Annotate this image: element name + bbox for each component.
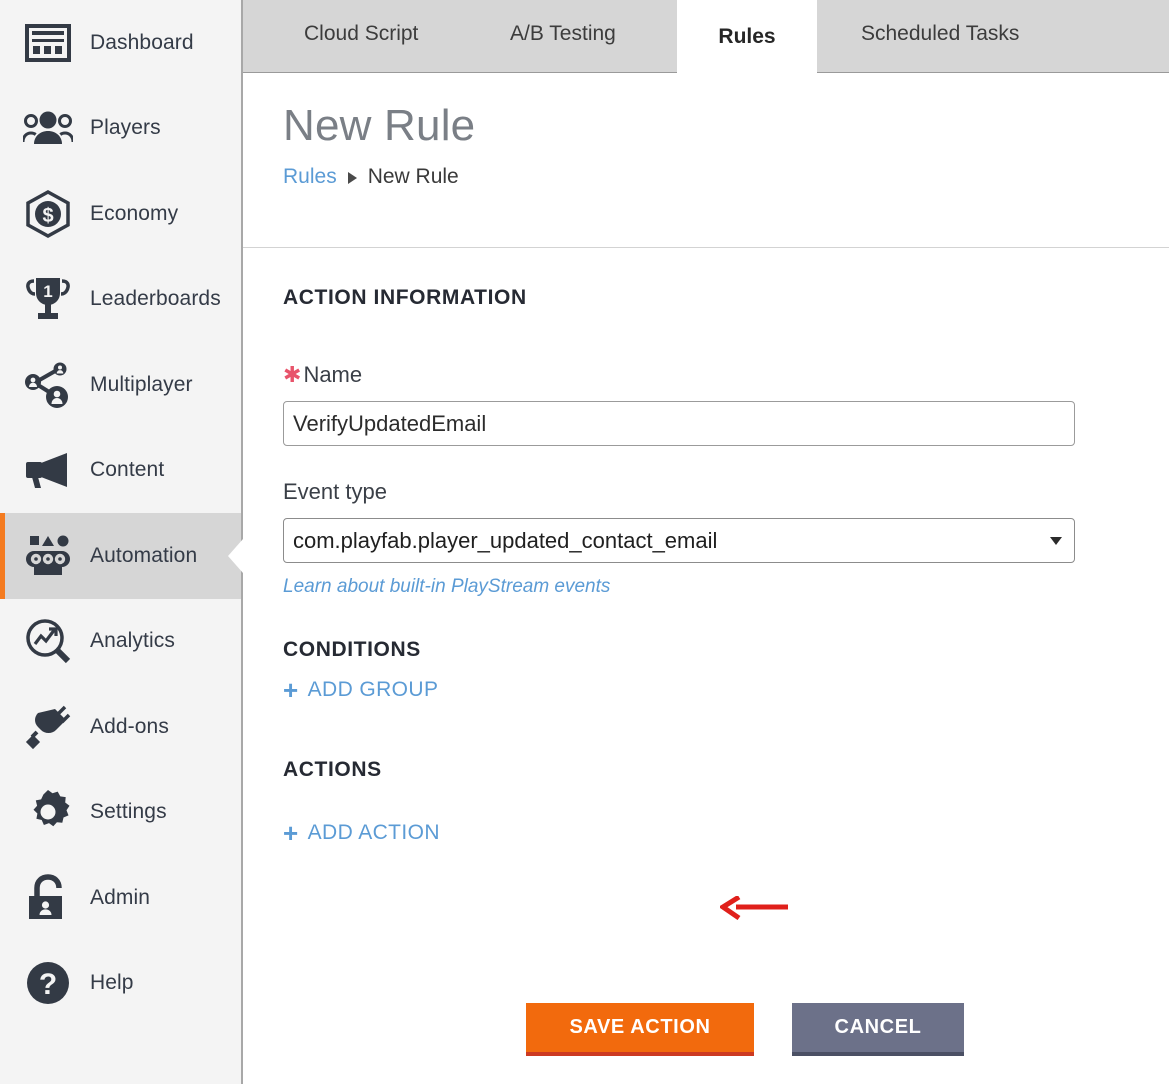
add-group-button[interactable]: + ADD GROUP [283, 677, 438, 703]
sidebar-item-players[interactable]: Players [0, 86, 241, 172]
sidebar-item-admin[interactable]: Admin [0, 855, 241, 941]
addons-icon [22, 701, 74, 753]
plus-icon: + [283, 820, 299, 846]
page-title: New Rule [283, 103, 1169, 149]
sidebar-item-help[interactable]: ? Help [0, 941, 241, 1027]
sidebar-item-analytics[interactable]: Analytics [0, 599, 241, 685]
multiplayer-icon [22, 359, 74, 411]
sidebar-item-label: Multiplayer [90, 373, 193, 397]
chevron-down-icon[interactable] [1050, 537, 1062, 545]
tab-ab-testing[interactable]: A/B Testing [510, 22, 616, 46]
svg-text:$: $ [42, 205, 53, 227]
content-icon [22, 444, 74, 496]
players-icon [22, 102, 74, 154]
event-type-select[interactable]: com.playfab.player_updated_contact_email [283, 518, 1075, 563]
analytics-icon [22, 615, 74, 667]
sidebar-item-label: Leaderboards [90, 287, 221, 311]
save-action-button[interactable]: SAVE ACTION [526, 1003, 754, 1056]
economy-icon: $ [22, 188, 74, 240]
leaderboards-icon: 1 [22, 273, 74, 325]
required-asterisk-icon: ✱ [283, 364, 301, 386]
sidebar-item-automation[interactable]: Automation [0, 513, 241, 599]
sidebar-item-label: Admin [90, 886, 150, 910]
dashboard-icon [22, 17, 74, 69]
rule-form: ACTION INFORMATION ✱ Name Event type com… [243, 248, 1169, 847]
sidebar-item-label: Add-ons [90, 715, 169, 739]
sidebar-item-label: Help [90, 971, 134, 995]
sidebar-nav: Dashboard Players $ [0, 0, 243, 1084]
sidebar-item-dashboard[interactable]: Dashboard [0, 0, 241, 86]
help-icon: ? [22, 957, 74, 1009]
plus-icon: + [283, 677, 299, 703]
sidebar-item-content[interactable]: Content [0, 428, 241, 514]
cancel-button[interactable]: CANCEL [792, 1003, 964, 1056]
sidebar-item-label: Content [90, 458, 164, 482]
event-type-label: Event type [283, 479, 1169, 505]
automation-icon [22, 530, 74, 582]
name-input[interactable] [283, 401, 1075, 446]
sidebar-item-label: Settings [90, 800, 167, 824]
chevron-right-icon [348, 172, 357, 184]
sidebar-item-label: Dashboard [90, 31, 194, 55]
event-type-label-text: Event type [283, 479, 387, 505]
main-content: Cloud Script A/B Testing Rules Scheduled… [243, 0, 1169, 1084]
form-actions: SAVE ACTION CANCEL [526, 1003, 964, 1056]
lock-icon [22, 872, 74, 924]
add-action-label: ADD ACTION [308, 821, 440, 845]
tab-group-right: Scheduled Tasks [817, 0, 1169, 73]
gear-icon [22, 786, 74, 838]
annotation-arrow-icon [720, 896, 790, 925]
tab-group-left: Cloud Script A/B Testing [243, 0, 677, 73]
page-header: New Rule Rules New Rule [243, 73, 1169, 248]
playfab-game-manager: Dashboard Players $ [0, 0, 1169, 1084]
sidebar-item-label: Economy [90, 202, 178, 226]
breadcrumb: Rules New Rule [283, 165, 1169, 189]
section-actions: ACTIONS [283, 758, 1169, 782]
breadcrumb-link-rules[interactable]: Rules [283, 165, 337, 189]
sidebar-item-multiplayer[interactable]: Multiplayer [0, 342, 241, 428]
sidebar-item-leaderboards[interactable]: 1 Leaderboards [0, 257, 241, 343]
svg-text:1: 1 [43, 282, 52, 301]
breadcrumb-current: New Rule [368, 165, 459, 189]
section-conditions: CONDITIONS [283, 638, 1169, 662]
svg-text:?: ? [39, 968, 57, 1001]
add-group-label: ADD GROUP [308, 678, 439, 702]
tab-cloud-script[interactable]: Cloud Script [304, 22, 418, 46]
sidebar-item-settings[interactable]: Settings [0, 770, 241, 856]
sidebar-item-label: Automation [90, 544, 197, 568]
tab-bar: Cloud Script A/B Testing Rules Scheduled… [243, 0, 1169, 73]
sidebar-item-label: Players [90, 116, 161, 140]
sidebar-item-addons[interactable]: Add-ons [0, 684, 241, 770]
sidebar-item-economy[interactable]: $ Economy [0, 171, 241, 257]
tab-scheduled-tasks[interactable]: Scheduled Tasks [861, 22, 1019, 46]
section-action-information: ACTION INFORMATION [283, 286, 1169, 310]
tab-rules[interactable]: Rules [677, 0, 817, 73]
sidebar-item-label: Analytics [90, 629, 175, 653]
add-action-button[interactable]: + ADD ACTION [283, 820, 440, 846]
name-label: ✱ Name [283, 362, 1169, 388]
learn-playstream-events-link[interactable]: Learn about built-in PlayStream events [283, 576, 1169, 598]
name-label-text: Name [303, 362, 362, 388]
event-type-select-wrap: com.playfab.player_updated_contact_email [283, 518, 1075, 563]
